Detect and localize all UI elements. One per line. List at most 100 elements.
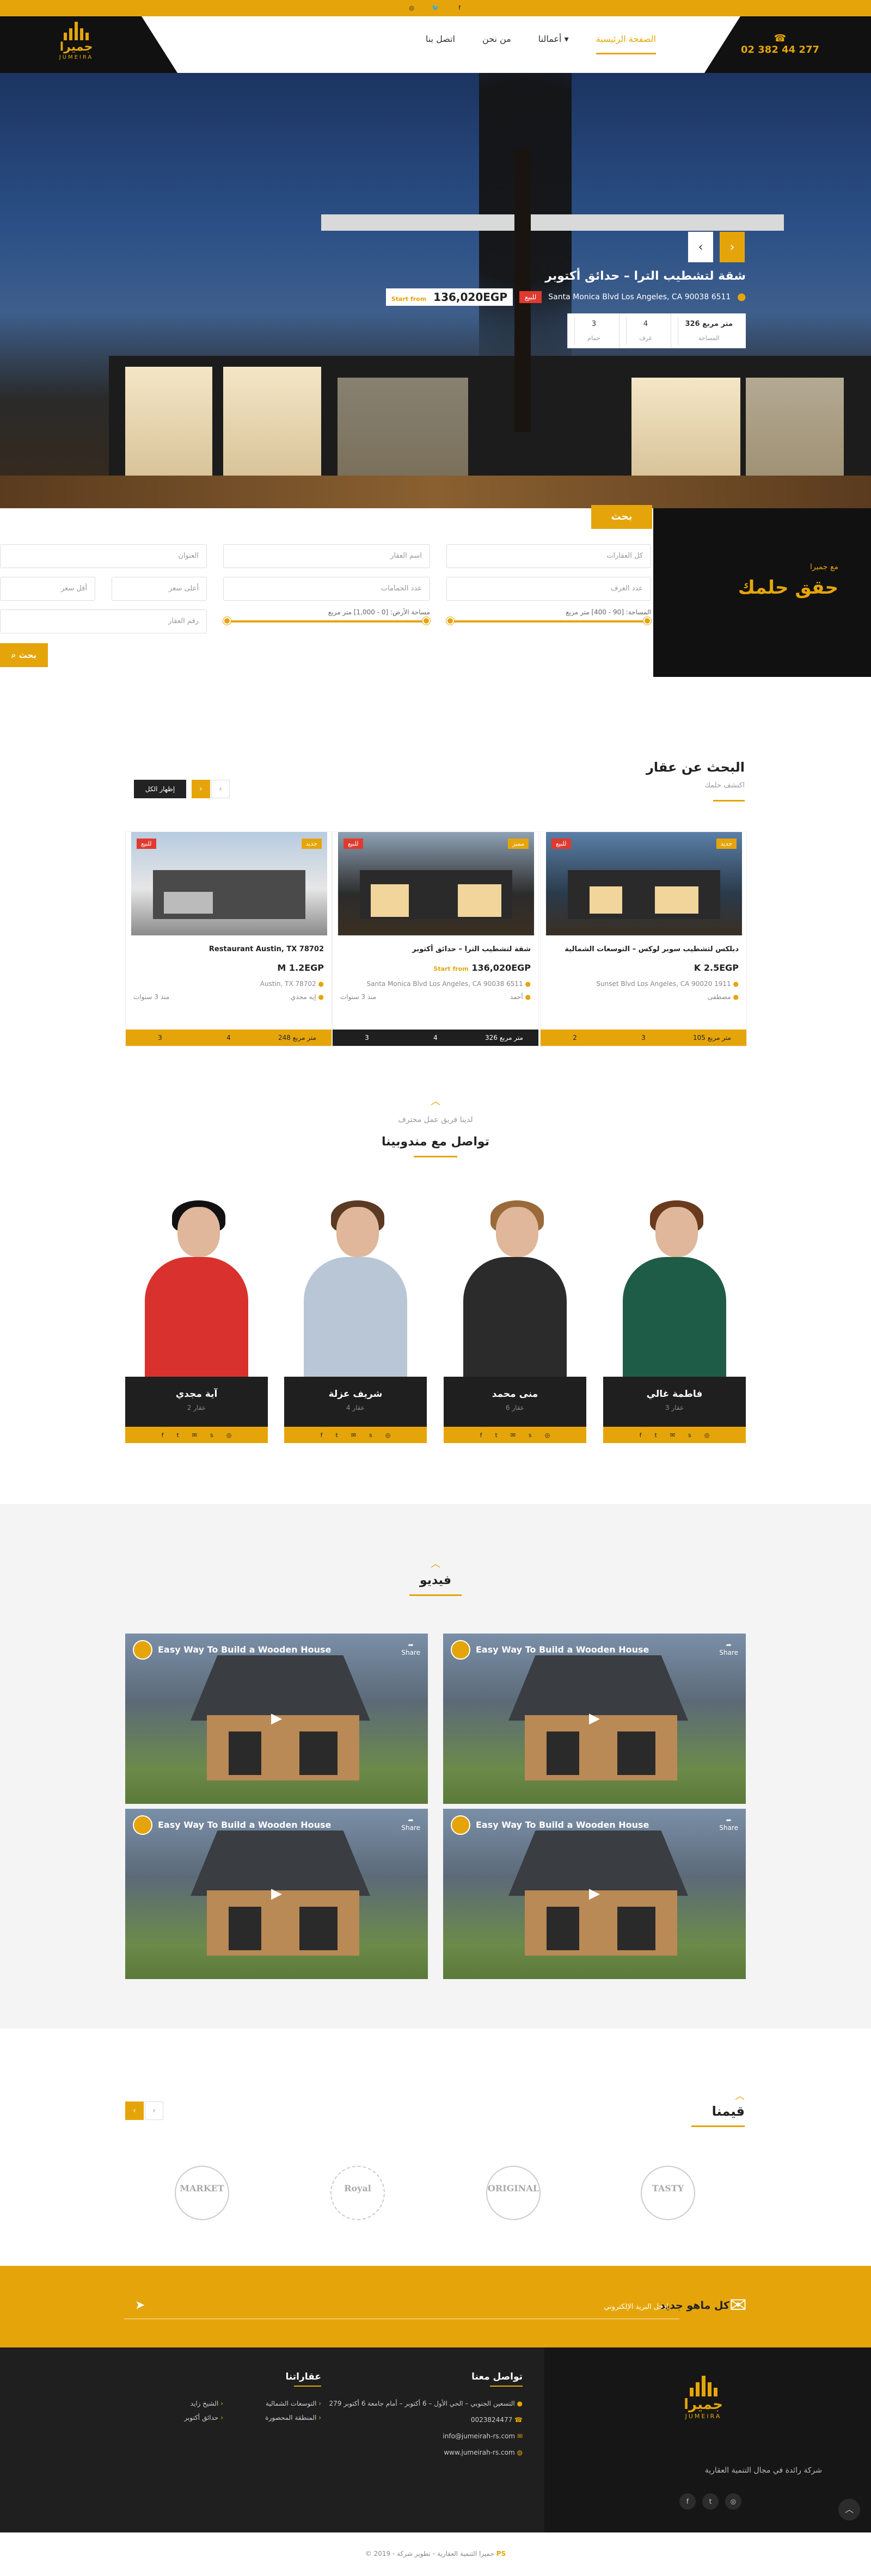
email-icon[interactable]: ✉	[670, 1432, 675, 1439]
hero-property-title[interactable]: شقة لتشطيب الترا – حدائق أكتوبر	[348, 269, 746, 283]
search-tab[interactable]: بحث	[591, 505, 652, 529]
slider-next-button[interactable]: ›	[720, 232, 745, 262]
play-icon[interactable]: ▶	[266, 1708, 287, 1729]
video-title[interactable]: Easy Way To Build a Wooden House	[158, 1820, 331, 1830]
listings-prev-button[interactable]: ‹	[211, 780, 230, 798]
search-button[interactable]: ⌕ بحث	[0, 643, 48, 667]
facebook-icon[interactable]: f	[640, 1432, 642, 1439]
nav-home[interactable]: الصفحة الرئيسية	[596, 34, 656, 54]
channel-avatar[interactable]	[133, 1640, 152, 1660]
area-slider[interactable]: المساحة: [90 - 400] متر مربع	[446, 608, 651, 625]
property-image[interactable]: جديد للبيع	[546, 832, 742, 935]
location-input[interactable]: العنوان	[0, 544, 207, 568]
property-agent[interactable]: أحمد ●	[510, 993, 531, 1001]
property-image[interactable]: جديد للبيع	[131, 832, 327, 935]
property-id-input[interactable]: رقم العقار	[0, 609, 207, 633]
twitter-icon[interactable]: t	[495, 1432, 497, 1439]
skype-icon[interactable]: s	[369, 1432, 372, 1439]
facebook-icon[interactable]: f	[162, 1432, 164, 1439]
skype-icon[interactable]: s	[529, 1432, 532, 1439]
play-icon[interactable]: ▶	[584, 1883, 605, 1905]
hero-property-card[interactable]: شقة لتشطيب الترا – حدائق أكتوبر Start fr…	[348, 269, 746, 348]
property-title[interactable]: شقة لتشطيب الترا – حدائق أكتوبر	[412, 945, 531, 953]
instagram-icon[interactable]: ◎	[704, 1432, 710, 1439]
share-button[interactable]: ➦ Share	[719, 1641, 738, 1656]
agent-name[interactable]: شريف عزلة	[284, 1389, 427, 1400]
listings-next-button[interactable]: ›	[192, 780, 210, 798]
max-price-select[interactable]: أعلى سعر	[112, 577, 207, 601]
facebook-icon[interactable]: f	[456, 4, 463, 12]
channel-avatar[interactable]	[451, 1815, 470, 1835]
channel-avatar[interactable]	[451, 1640, 470, 1660]
clients-prev-button[interactable]: ›	[145, 2102, 163, 2120]
nav-works[interactable]: أعمالنا ▾	[538, 34, 569, 54]
area-slider-min-handle[interactable]	[446, 617, 454, 625]
nav-about[interactable]: من نحن	[482, 34, 511, 54]
twitter-icon[interactable]: t	[654, 1432, 657, 1439]
view-all-button[interactable]: إظهار الكل	[134, 780, 186, 798]
footer-link[interactable]: حدائق أكتوبر ›	[184, 2414, 223, 2421]
land-slider-max-handle[interactable]	[422, 617, 430, 625]
footer-link[interactable]: المنطقة المحصورة ›	[265, 2414, 321, 2421]
footer-phone[interactable]: 0023824477 ☎	[471, 2416, 523, 2424]
property-card[interactable]: مميز للبيع شقة لتشطيب الترا – حدائق أكتو…	[332, 831, 539, 1046]
skype-icon[interactable]: s	[210, 1432, 213, 1439]
twitter-icon[interactable]: t	[335, 1432, 338, 1439]
agent-photo[interactable]	[603, 1192, 746, 1377]
channel-avatar[interactable]	[133, 1815, 152, 1835]
agent-photo[interactable]	[125, 1192, 268, 1377]
play-icon[interactable]: ▶	[584, 1708, 605, 1729]
video-title[interactable]: Easy Way To Build a Wooden House	[476, 1644, 649, 1655]
share-button[interactable]: ➦ Share	[719, 1816, 738, 1832]
agent-card[interactable]: آية مجدي 2 عقار f t ✉ s ◎	[125, 1192, 268, 1443]
video-player[interactable]: Easy Way To Build a Wooden House ➦ Share …	[443, 1809, 746, 1979]
skype-icon[interactable]: s	[688, 1432, 691, 1439]
email-icon[interactable]: ✉	[511, 1432, 516, 1439]
video-title[interactable]: Easy Way To Build a Wooden House	[476, 1820, 649, 1830]
agent-name[interactable]: فاطمة غالي	[603, 1389, 746, 1400]
share-button[interactable]: ➦ Share	[401, 1641, 420, 1656]
footer-link[interactable]: التوسعات الشمالية ›	[266, 2400, 321, 2407]
slider-prev-button[interactable]: ‹	[688, 232, 713, 262]
header-phone[interactable]: ☎ 02 382 44 277	[741, 33, 819, 56]
area-slider-max-handle[interactable]	[643, 617, 651, 625]
property-agent[interactable]: إيه مجدي ●	[291, 993, 324, 1001]
instagram-icon[interactable]: ◎	[408, 4, 415, 12]
video-title[interactable]: Easy Way To Build a Wooden House	[158, 1644, 331, 1655]
agent-name[interactable]: منى محمد	[444, 1389, 586, 1400]
facebook-icon[interactable]: f	[321, 1432, 323, 1439]
instagram-icon[interactable]: ◎	[385, 1432, 391, 1439]
footer-logo[interactable]: جميرا JUMEIRA	[671, 2375, 736, 2420]
facebook-icon[interactable]: f	[679, 2493, 696, 2510]
email-icon[interactable]: ✉	[351, 1432, 356, 1439]
agent-card[interactable]: فاطمة غالي 3 عقار f t ✉ s ◎	[603, 1192, 746, 1443]
nav-contact[interactable]: اتصل بنا	[426, 34, 455, 54]
agent-name[interactable]: آية مجدي	[125, 1389, 268, 1400]
land-slider-min-handle[interactable]	[223, 617, 231, 625]
send-icon[interactable]: ➤	[135, 2298, 145, 2312]
rooms-select[interactable]: عدد الغرف	[446, 577, 651, 601]
clients-next-button[interactable]: ‹	[125, 2102, 144, 2120]
property-card[interactable]: جديد للبيع Restaurant Austin, TX 78702 M…	[125, 831, 332, 1046]
land-slider[interactable]: مساحة الأرض: [0 - 1,000] متر مربع	[223, 608, 430, 625]
agent-card[interactable]: شريف عزلة 4 عقار f t ✉ s ◎	[284, 1192, 427, 1443]
agent-card[interactable]: منى محمد 6 عقار f t ✉ s ◎	[444, 1192, 586, 1443]
twitter-icon[interactable]: t	[176, 1432, 179, 1439]
newsletter-email-input[interactable]: ادخل البريد الإلكتروني	[124, 2295, 679, 2319]
share-button[interactable]: ➦ Share	[401, 1816, 420, 1832]
site-logo[interactable]: جميرا JUMEIRA	[52, 21, 101, 70]
instagram-icon[interactable]: ◎	[725, 2493, 741, 2510]
footer-email[interactable]: info@jumeirah-rs.com ✉	[443, 2432, 523, 2440]
instagram-icon[interactable]: ◎	[545, 1432, 550, 1439]
twitter-icon[interactable]: t	[702, 2493, 719, 2510]
back-to-top-button[interactable]: ︿	[838, 2499, 860, 2520]
property-card[interactable]: جديد للبيع دبلكس لتشطيب سوبر لوكس – التو…	[540, 831, 747, 1046]
video-player[interactable]: Easy Way To Build a Wooden House ➦ Share …	[125, 1634, 428, 1804]
video-player[interactable]: Easy Way To Build a Wooden House ➦ Share …	[125, 1809, 428, 1979]
video-player[interactable]: Easy Way To Build a Wooden House ➦ Share …	[443, 1634, 746, 1804]
copyright-brand[interactable]: PS	[496, 2550, 506, 2557]
agent-photo[interactable]	[284, 1192, 427, 1377]
min-price-select[interactable]: أقل سعر	[0, 577, 95, 601]
baths-select[interactable]: عدد الحمامات	[223, 577, 430, 601]
play-icon[interactable]: ▶	[266, 1883, 287, 1905]
